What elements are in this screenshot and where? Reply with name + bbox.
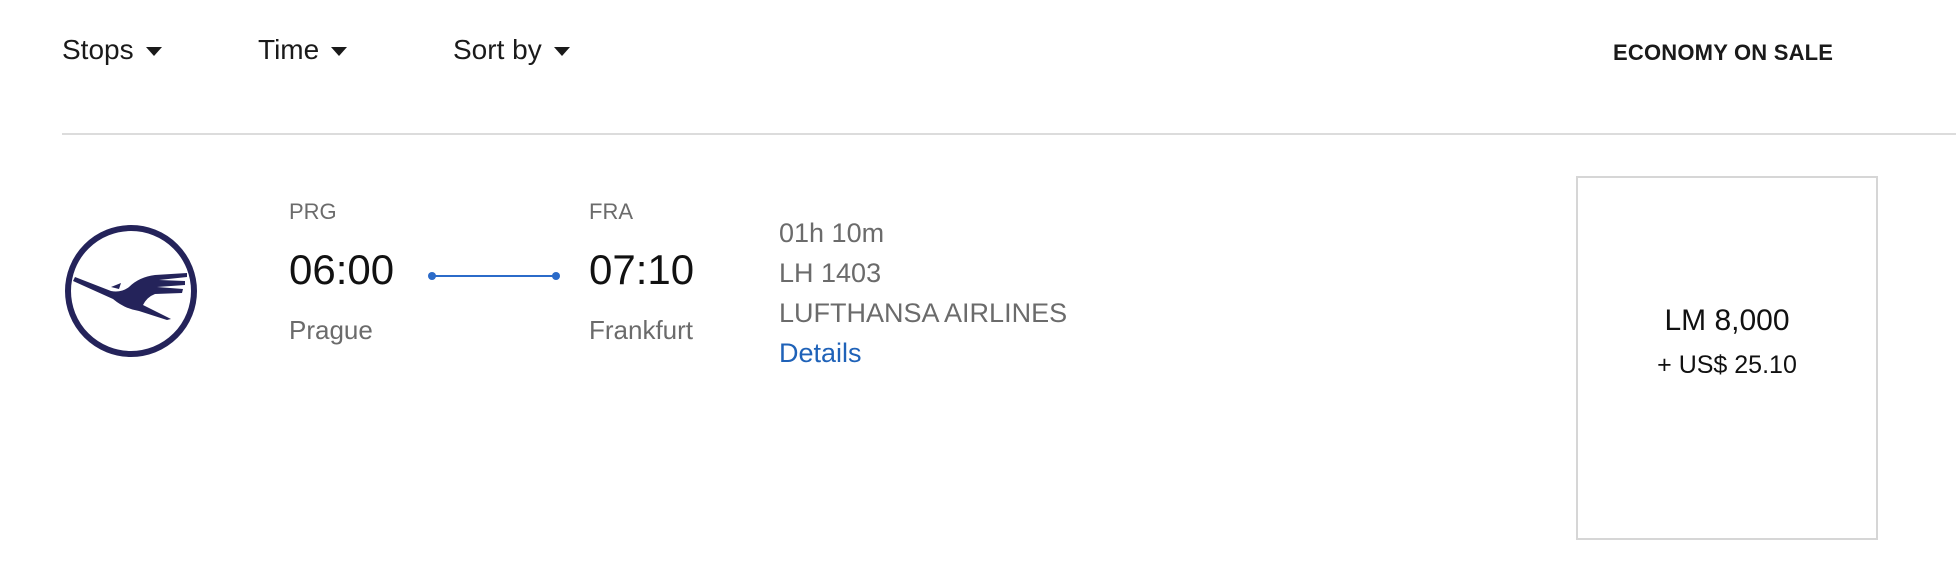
fare-taxes: + US$ 25.10 (1657, 351, 1797, 379)
lufthansa-logo-icon (65, 225, 197, 357)
route-line (428, 272, 560, 280)
stops-filter-dropdown[interactable]: Stops (62, 34, 162, 66)
route-start-dot (428, 272, 436, 280)
time-filter-dropdown[interactable]: Time (258, 34, 348, 66)
airline-name: LUFTHANSA AIRLINES (779, 298, 1068, 328)
route-end-dot (552, 272, 560, 280)
time-filter-label: Time (258, 34, 320, 65)
arrival-airport-code: FRA (589, 199, 633, 224)
sort-by-dropdown[interactable]: Sort by (453, 34, 570, 66)
flight-duration: 01h 10m (779, 218, 885, 248)
header-divider (62, 133, 1956, 135)
caret-down-icon (331, 46, 348, 56)
cabin-column-header: ECONOMY ON SALE (1613, 40, 1834, 65)
economy-fare-option[interactable]: LM 8,000 + US$ 25.10 (1576, 176, 1878, 540)
sort-by-label: Sort by (453, 34, 542, 65)
caret-down-icon (553, 46, 570, 56)
caret-down-icon (145, 46, 162, 56)
flight-details-link[interactable]: Details (779, 338, 862, 369)
departure-city: Prague (289, 315, 373, 345)
flight-number: LH 1403 (779, 258, 882, 288)
route-line-bar (432, 275, 556, 277)
departure-time: 06:00 (289, 246, 395, 293)
fare-miles: LM 8,000 (1664, 304, 1790, 337)
arrival-city: Frankfurt (589, 315, 694, 345)
stops-filter-label: Stops (62, 34, 134, 65)
arrival-time: 07:10 (589, 246, 695, 293)
departure-airport-code: PRG (289, 199, 337, 224)
